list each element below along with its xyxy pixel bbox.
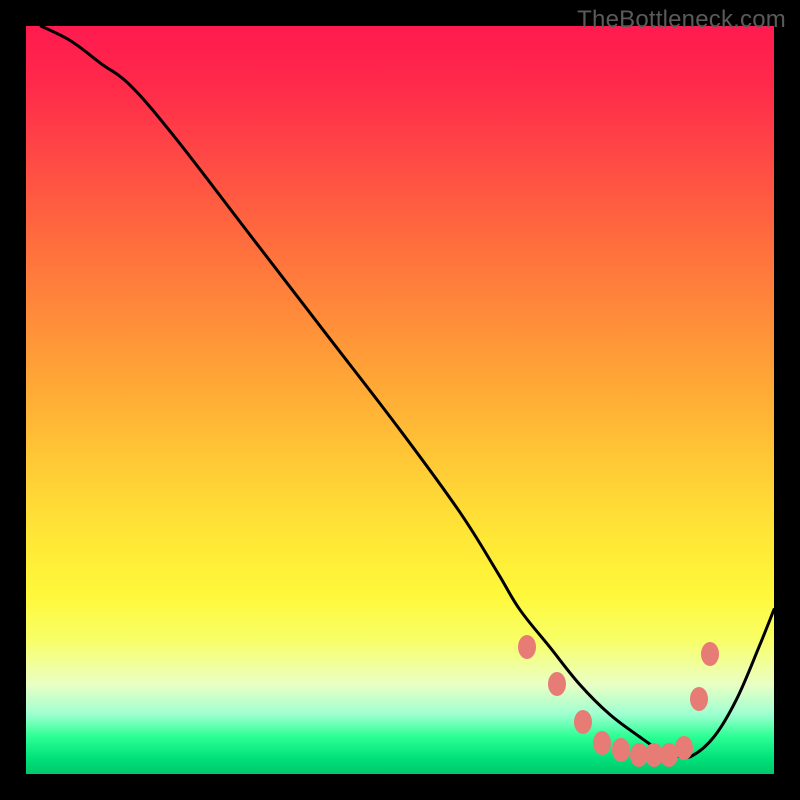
highlight-dot: [701, 642, 719, 666]
highlight-dot: [548, 672, 566, 696]
highlight-dot: [675, 736, 693, 760]
highlight-dot: [518, 635, 536, 659]
highlight-dot: [612, 738, 630, 762]
highlight-dot: [574, 710, 592, 734]
highlight-dot: [690, 687, 708, 711]
watermark-text: TheBottleneck.com: [577, 6, 786, 34]
bottleneck-curve: [26, 26, 774, 774]
chart-plot-area: [26, 26, 774, 774]
highlight-dot: [593, 731, 611, 755]
